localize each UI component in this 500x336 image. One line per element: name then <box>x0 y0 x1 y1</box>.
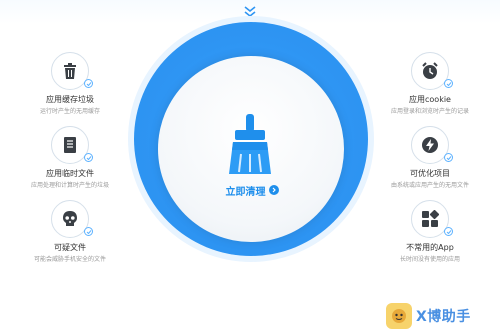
brush-icon <box>229 114 271 174</box>
feature-desc: 应用处理和计算时产生的垃圾 <box>30 182 109 189</box>
feature-desc: 可能会威胁手机安全的文件 <box>33 256 106 263</box>
collapse-button[interactable] <box>238 4 262 20</box>
feature-desc: 长时间没有使用的应用 <box>399 256 460 263</box>
feature-optimizable-items[interactable]: 可优化项目 由系统或应用产生的无用文件 <box>370 126 490 198</box>
check-icon <box>444 227 453 236</box>
feature-suspicious-files[interactable]: 可疑文件 可能会威胁手机安全的文件 <box>10 200 130 272</box>
feature-title: 可优化项目 <box>410 169 450 178</box>
chevron-right-icon <box>268 185 279 195</box>
feature-title: 不常用的App <box>406 243 454 252</box>
feature-title: 可疑文件 <box>54 243 86 252</box>
feature-title: 应用缓存垃圾 <box>46 95 94 104</box>
clean-now-button[interactable]: 立即清理 <box>212 182 292 198</box>
feature-title: 应用临时文件 <box>46 169 94 178</box>
feature-desc: 由系统或应用产生的无用文件 <box>390 182 469 189</box>
check-icon <box>84 227 93 236</box>
feature-title: 应用cookie <box>409 95 451 104</box>
feature-app-temp-files[interactable]: 应用临时文件 应用处理和计算时产生的垃圾 <box>10 126 130 198</box>
double-chevron-down-icon <box>244 6 256 18</box>
feature-desc: 运行时产生的无用缓存 <box>39 108 100 115</box>
brand-logo: X博助手 <box>386 300 496 332</box>
check-icon <box>444 153 453 162</box>
feature-unused-apps[interactable]: 不常用的App 长时间没有使用的应用 <box>370 200 490 272</box>
feature-desc: 应用登录和浏览时产生的记录 <box>390 108 469 115</box>
mascot-icon <box>386 303 412 329</box>
clean-now-label: 立即清理 <box>225 186 266 198</box>
feature-app-cookie[interactable]: 应用cookie 应用登录和浏览时产生的记录 <box>370 52 490 124</box>
feature-app-cache[interactable]: 应用缓存垃圾 运行时产生的无用缓存 <box>10 52 130 124</box>
check-icon <box>84 79 93 88</box>
brand-text: X博助手 <box>416 309 471 325</box>
check-icon <box>444 79 453 88</box>
check-icon <box>84 153 93 162</box>
